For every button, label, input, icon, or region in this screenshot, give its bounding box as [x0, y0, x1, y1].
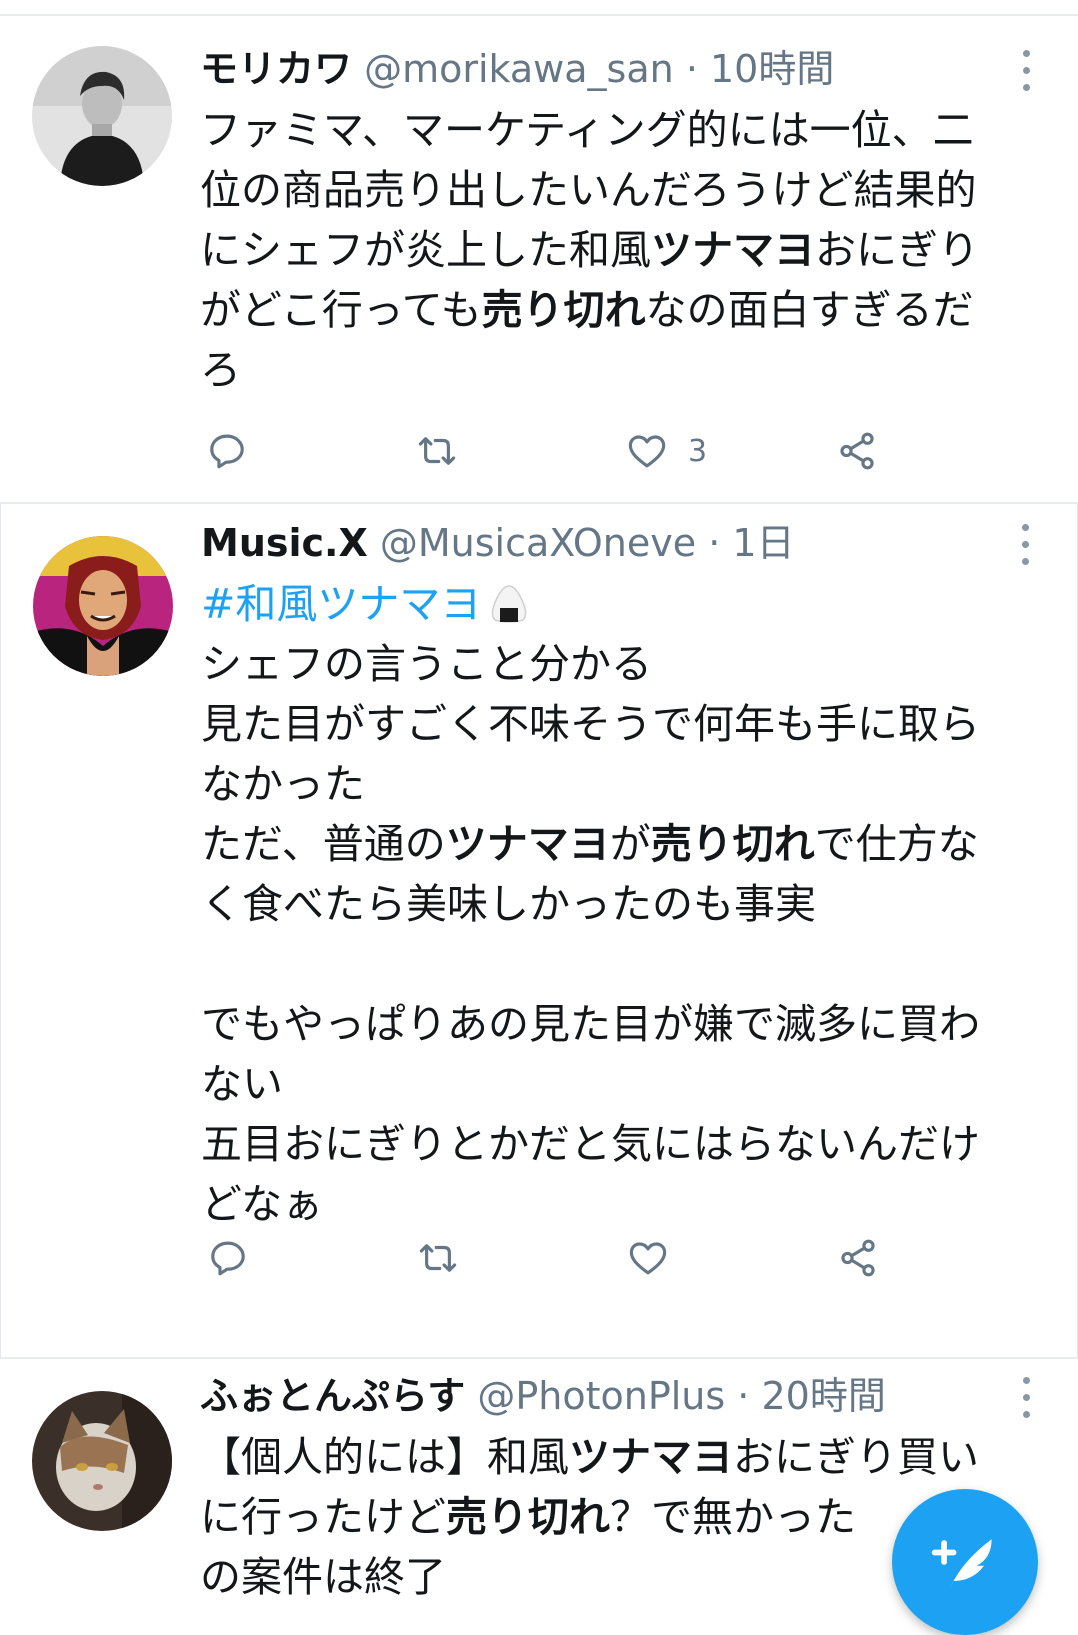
onigiri-emoji	[487, 582, 531, 642]
user-handle[interactable]: @morikawa_san	[364, 47, 674, 91]
tweet-line: なかった	[201, 754, 1041, 814]
timestamp[interactable]: 10時間	[710, 47, 834, 91]
text-segment: にシェフが炎上した和風	[200, 226, 651, 274]
separator-dot: ·	[737, 1374, 750, 1418]
tweet-line: ろ	[200, 340, 1040, 400]
text-segment: ろ	[200, 346, 241, 394]
hashtag-line: #和風ツナマヨ	[201, 574, 1041, 634]
text-segment: ない	[201, 1060, 283, 1108]
text-segment: シェフの言うこと分かる	[201, 640, 652, 688]
user-handle[interactable]: @PhotonPlus	[477, 1374, 725, 1418]
share-button[interactable]	[836, 421, 878, 481]
tweet-line: シェフの言うこと分かる	[201, 634, 1041, 694]
text-segment: 位の商品売り出したいんだろうけど結果的	[200, 166, 977, 214]
reply-button[interactable]	[206, 421, 248, 481]
highlight-keyword: 売り切れ	[481, 286, 646, 334]
tweet-text: #和風ツナマヨ シェフの言うこと分かる見た目がすごく不味そうで何年も手に取ら なか…	[201, 574, 1041, 1234]
highlight-keyword: 売り切れ	[650, 820, 815, 868]
text-segment: ただ、普通の	[201, 820, 446, 868]
like-icon	[629, 1242, 667, 1275]
tweet-line: ない	[201, 1054, 1041, 1114]
highlight-keyword: ツナマヨ	[569, 1433, 733, 1481]
share-button[interactable]	[837, 1228, 879, 1288]
text-segment: 【個人的には】和風	[200, 1433, 569, 1481]
share-icon	[841, 1239, 875, 1277]
tweet-line: にシェフが炎上した和風ツナマヨおにぎり	[200, 220, 1040, 280]
avatar[interactable]	[32, 46, 172, 186]
text-segment: でもやっぱりあの見た目が嫌で滅多に買わ	[201, 1000, 980, 1048]
more-icon[interactable]	[1020, 50, 1032, 94]
display-name[interactable]: Music.X	[201, 521, 368, 565]
tweet-line: がどこ行っても売り切れなの面白すぎるだ	[200, 280, 1040, 340]
text-segment: がどこ行っても	[200, 286, 482, 334]
avatar[interactable]	[33, 536, 173, 676]
tweet-line: 見た目がすごく不味そうで何年も手に取ら	[201, 694, 1041, 754]
share-icon	[840, 432, 874, 470]
tweet[interactable]: モリカワ @morikawa_san · 10時間 ファミマ、マーケティング的に…	[0, 16, 1078, 502]
text-segment: どなぁ	[201, 1180, 324, 1228]
text-segment: の案件は終了	[200, 1553, 446, 1601]
highlight-keyword: 売り切れ	[446, 1493, 610, 1541]
timestamp[interactable]: 20時間	[761, 1374, 885, 1418]
display-name[interactable]: ふぉとんぷらす	[200, 1374, 465, 1418]
timestamp[interactable]: 1日	[732, 521, 794, 565]
separator-dot: ·	[708, 521, 721, 565]
text-segment: 見た目がすごく不味そうで何年も手に取ら	[201, 700, 980, 748]
text-segment: に行ったけど	[200, 1493, 446, 1541]
text-segment: おにぎり買い	[733, 1433, 979, 1481]
tweet-body-lines: シェフの言うこと分かる見た目がすごく不味そうで何年も手に取ら なかったただ、普通の…	[201, 634, 1041, 1234]
separator-dot: ·	[685, 47, 698, 91]
more-icon[interactable]	[1019, 524, 1031, 568]
tweet-header: モリカワ @morikawa_san · 10時間	[200, 42, 1008, 96]
text-segment: なかった	[201, 760, 365, 808]
reply-button[interactable]	[207, 1228, 249, 1288]
retweet-icon	[419, 1244, 457, 1272]
tweet-line: く食べたら美味しかったのも事実	[201, 874, 1041, 934]
reply-icon	[211, 1241, 245, 1276]
tweet[interactable]: Music.X @MusicaXOneve · 1日 #和風ツナマヨ シェフの言…	[0, 504, 1078, 1357]
text-segment: 五目おにぎりとかだと気にはらないんだけ	[201, 1120, 980, 1168]
like-button[interactable]: 3	[626, 421, 707, 481]
tweet-line: 【個人的には】和風ツナマヨおにぎり買い	[200, 1427, 1040, 1487]
hashtag-link[interactable]: #和風ツナマヨ	[201, 580, 481, 628]
more-icon[interactable]	[1020, 1377, 1032, 1421]
action-bar	[201, 1228, 921, 1288]
compose-tweet-button[interactable]	[892, 1489, 1038, 1635]
action-bar: 3	[200, 421, 920, 481]
tweet-line: どなぁ	[201, 1174, 1041, 1234]
tweet-line: ただ、普通のツナマヨが売り切れで仕方な	[201, 814, 1041, 874]
tweet-header: Music.X @MusicaXOneve · 1日	[201, 516, 1007, 570]
retweet-button[interactable]	[417, 1228, 459, 1288]
text-segment: で仕方な	[814, 820, 979, 868]
avatar[interactable]	[32, 1391, 172, 1531]
like-icon	[628, 435, 666, 468]
user-handle[interactable]: @MusicaXOneve	[380, 521, 696, 565]
text-segment: く食べたら美味しかったのも事実	[201, 880, 816, 928]
highlight-keyword: ツナマヨ	[651, 226, 815, 274]
text-segment: ファミマ、マーケティング的には一位、二	[200, 106, 974, 154]
highlight-keyword: ツナマヨ	[445, 820, 610, 868]
text-segment: なの面白すぎるだ	[645, 286, 974, 334]
retweet-icon	[418, 437, 456, 465]
compose-tweet-icon	[931, 1539, 992, 1589]
tweet-line: ファミマ、マーケティング的には一位、二	[200, 100, 1040, 160]
tweet-line: でもやっぱりあの見た目が嫌で滅多に買わ	[201, 994, 1041, 1054]
retweet-button[interactable]	[416, 421, 458, 481]
tweet-text: ファミマ、マーケティング的には一位、二 位の商品売り出したいんだろうけど結果的 にシ…	[200, 100, 1040, 400]
tweet-line: 位の商品売り出したいんだろうけど結果的	[200, 160, 1040, 220]
display-name[interactable]: モリカワ	[200, 47, 352, 91]
like-button[interactable]	[627, 1228, 669, 1288]
text-segment: おにぎり	[815, 226, 979, 274]
text-segment: ？で無かった	[610, 1493, 856, 1541]
reply-icon	[210, 434, 244, 469]
tweet-line: 五目おにぎりとかだと気にはらないんだけ	[201, 1114, 1041, 1174]
text-segment: が	[609, 820, 651, 868]
like-count: 3	[688, 433, 708, 469]
tweet-header: ふぉとんぷらす @PhotonPlus · 20時間	[200, 1369, 1008, 1423]
